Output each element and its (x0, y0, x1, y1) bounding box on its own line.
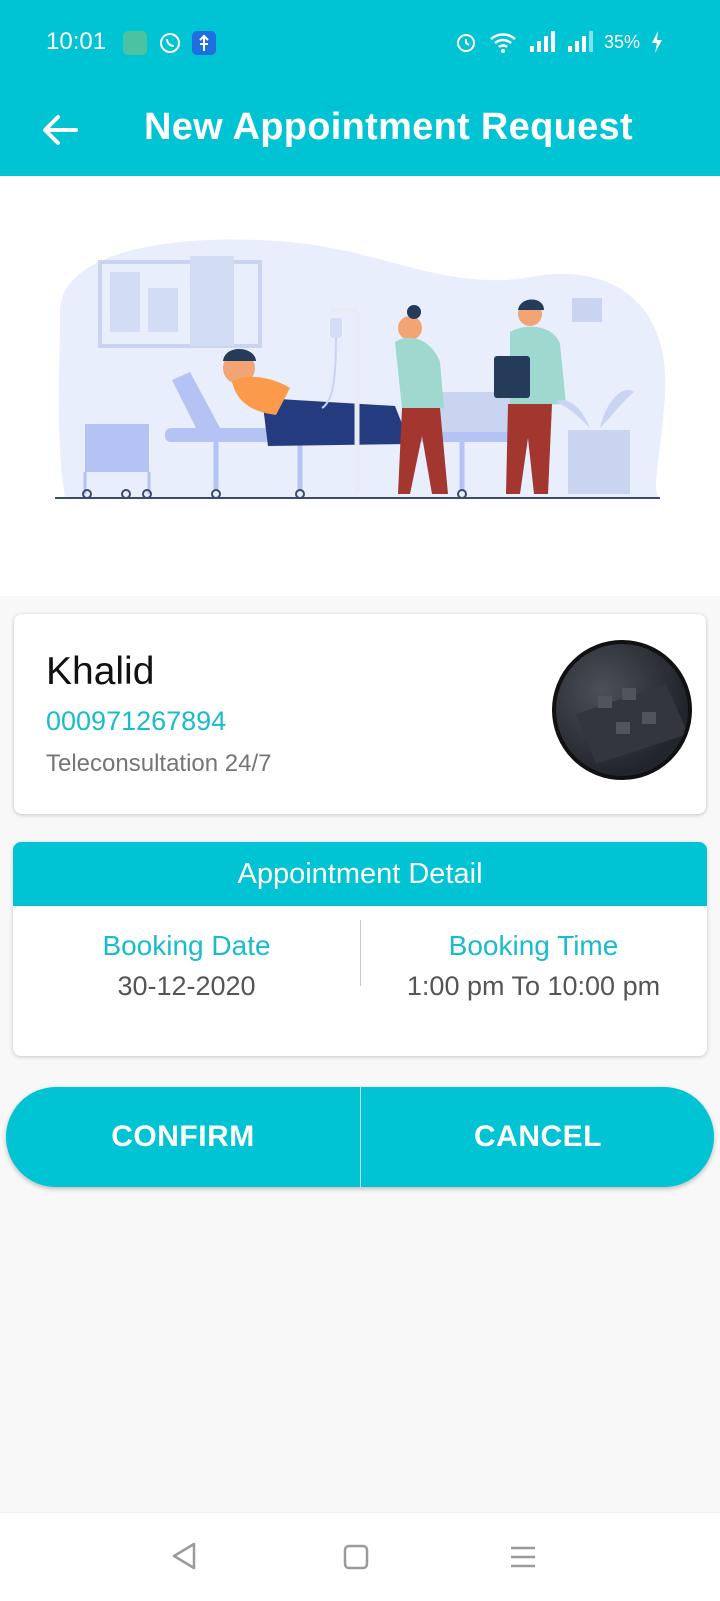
booking-time-label: Booking Time (448, 930, 619, 961)
avatar (552, 640, 692, 780)
appointment-detail-header: Appointment Detail (13, 842, 707, 906)
action-buttons: CONFIRM CANCEL (6, 1087, 714, 1187)
wifi-icon (490, 33, 516, 53)
arrow-left-icon[interactable] (36, 106, 84, 154)
alarm-icon (456, 34, 475, 52)
booking-date-label: Booking Date (102, 930, 271, 961)
charging-icon (652, 31, 662, 53)
page-title: New Appointment Request (144, 106, 633, 148)
home-square-icon[interactable] (343, 1544, 369, 1570)
signal-icon-2 (567, 31, 593, 52)
booking-time-value: 1:00 pm To 10:00 pm (406, 971, 661, 1001)
battery-text: 35% (603, 31, 640, 52)
cancel-button[interactable]: CANCEL (361, 1087, 714, 1187)
hospital-room-illustration (55, 239, 666, 499)
patient-name: Khalid (46, 650, 155, 693)
confirm-button[interactable]: CONFIRM (6, 1087, 360, 1187)
status-bar: 10:01 35% (0, 0, 720, 88)
appointment-detail-card: Appointment Detail Booking Date 30-12-20… (13, 842, 707, 1056)
status-icons: 35% (454, 30, 664, 54)
signal-icon (529, 31, 555, 52)
notification-app-icon (123, 31, 147, 55)
patient-phone: 000971267894 (46, 706, 227, 736)
app-bar: New Appointment Request (0, 88, 720, 176)
usb-icon (192, 31, 216, 55)
status-time: 10:01 (46, 28, 107, 55)
hero-illustration (0, 176, 720, 596)
booking-time: Booking Time 1:00 pm To 10:00 pm (360, 930, 707, 1002)
menu-lines-icon[interactable] (510, 1545, 536, 1569)
whatsapp-icon (160, 33, 180, 53)
patient-card: Khalid 000971267894 Teleconsultation 24/… (14, 614, 706, 814)
back-triangle-icon[interactable] (170, 1541, 198, 1571)
system-nav-bar (0, 1512, 720, 1601)
service-type: Teleconsultation 24/7 (46, 750, 272, 777)
booking-date-value: 30-12-2020 (117, 971, 256, 1001)
booking-date: Booking Date 30-12-2020 (13, 930, 360, 1002)
